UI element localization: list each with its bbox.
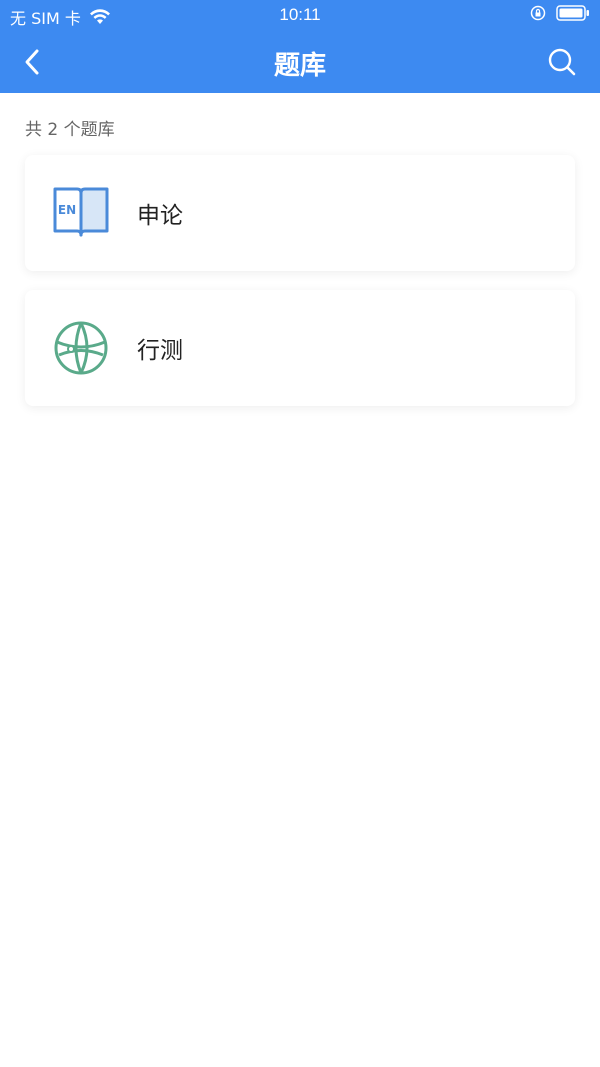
status-bar: 无 SIM 卡 10:11	[0, 0, 600, 32]
search-icon	[548, 48, 576, 76]
bank-item-xingce[interactable]: 行测	[25, 290, 575, 406]
globe-icon	[54, 321, 108, 375]
svg-text:EN: EN	[58, 203, 76, 217]
page-title: 题库	[273, 51, 326, 81]
status-right	[530, 5, 590, 21]
book-en-icon: EN	[53, 187, 109, 237]
bank-label: 申论	[137, 203, 183, 229]
bank-count-text: 共 2 个题库	[25, 120, 115, 140]
battery-icon	[556, 5, 589, 21]
nav-bar: 题库	[0, 32, 600, 93]
rotation-lock-icon	[530, 5, 546, 21]
search-button[interactable]	[544, 44, 580, 80]
bank-item-shenlun[interactable]: EN 申论	[25, 155, 575, 271]
bank-label: 行测	[137, 338, 183, 364]
clock-text: 10:11	[279, 5, 321, 24]
app-header: 无 SIM 卡 10:11 题库	[0, 0, 600, 93]
